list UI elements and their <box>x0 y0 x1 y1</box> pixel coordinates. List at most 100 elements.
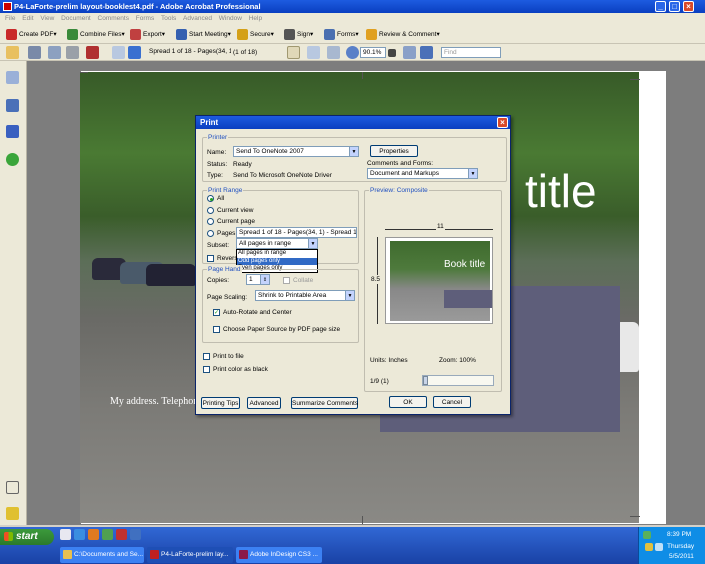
collate-checkbox[interactable] <box>283 277 290 284</box>
radio-all[interactable] <box>207 195 214 202</box>
print-to-file-label: Print to file <box>213 353 244 360</box>
zoom-field[interactable]: 90.1% <box>360 47 386 58</box>
word-icon[interactable] <box>130 529 141 540</box>
export-icon <box>130 28 141 40</box>
menu-forms[interactable]: Forms <box>136 15 154 22</box>
export-button[interactable]: Export ▾ <box>130 27 165 41</box>
create-pdf-button[interactable]: Create PDF ▾ <box>6 27 57 41</box>
radio-current-view[interactable] <box>207 207 214 214</box>
advanced-button[interactable]: Advanced <box>247 397 281 409</box>
bookmarks-icon[interactable] <box>6 99 19 112</box>
tray-icon[interactable] <box>645 543 653 551</box>
menu-edit[interactable]: Edit <box>22 15 33 22</box>
radio-pages[interactable] <box>207 230 214 237</box>
fit-width-icon[interactable] <box>403 46 416 59</box>
menu-help[interactable]: Help <box>249 15 262 22</box>
forms-button[interactable]: Forms ▾ <box>324 27 359 41</box>
menu-comments[interactable]: Comments <box>98 15 129 22</box>
slider-thumb[interactable] <box>423 376 428 385</box>
volume-icon[interactable] <box>655 543 663 551</box>
previous-page-icon[interactable] <box>112 46 125 59</box>
reverse-pages-checkbox[interactable] <box>207 255 214 262</box>
fit-page-icon[interactable] <box>420 46 433 59</box>
zoom-out-icon[interactable] <box>346 46 359 59</box>
menu-advanced[interactable]: Advanced <box>183 15 212 22</box>
dialog-close-icon[interactable]: × <box>497 117 508 128</box>
menu-window[interactable]: Window <box>219 15 242 22</box>
start-button[interactable]: start <box>0 529 54 545</box>
pages-range-input[interactable]: Spread 1 of 18 - Pages(34, 1) - Spread 1… <box>236 227 357 238</box>
next-page-icon[interactable] <box>128 46 141 59</box>
media-icon[interactable] <box>102 529 113 540</box>
cancel-button[interactable]: Cancel <box>433 396 471 408</box>
radio-current-page[interactable] <box>207 218 214 225</box>
tasks-toolbar: Create PDF ▾ Combine Files ▾ Export ▾ St… <box>0 24 705 44</box>
menu-document[interactable]: Document <box>61 15 91 22</box>
page-scaling-select[interactable]: Shrink to Printable Area ▼ <box>255 290 355 301</box>
comments-icon[interactable] <box>6 507 19 520</box>
copies-stepper[interactable]: 1 ⇕ <box>246 274 270 285</box>
signatures-icon[interactable] <box>6 125 19 138</box>
indesign-icon <box>239 550 248 559</box>
subset-label: Subset: <box>207 242 230 249</box>
firefox-icon[interactable] <box>88 529 99 540</box>
close-button[interactable]: × <box>683 1 694 12</box>
dialog-title: Print <box>200 118 219 127</box>
auto-rotate-checkbox[interactable]: ✓ <box>213 309 220 316</box>
maximize-button[interactable]: □ <box>669 1 680 12</box>
email-icon[interactable] <box>66 46 79 59</box>
menu-view[interactable]: View <box>40 15 54 22</box>
start-meeting-button[interactable]: Start Meeting ▾ <box>176 27 231 41</box>
combine-files-button[interactable]: Combine Files ▾ <box>67 27 125 41</box>
printing-tips-button[interactable]: Printing Tips <box>201 397 240 409</box>
comment-icon <box>366 28 377 40</box>
print-icon[interactable] <box>28 46 41 59</box>
create-pdf-icon <box>6 28 17 40</box>
open-icon[interactable] <box>6 46 19 59</box>
pages-panel-icon[interactable] <box>6 71 19 84</box>
subset-option[interactable]: All pages in range <box>237 250 317 258</box>
menu-file[interactable]: File <box>5 15 15 22</box>
clock-day: Thursday <box>667 543 695 550</box>
type-label: Type: <box>207 172 223 179</box>
desktop-icon[interactable] <box>60 529 71 540</box>
minimize-button[interactable]: _ <box>655 1 666 12</box>
find-field[interactable]: Find <box>441 47 501 58</box>
hand-tool-icon[interactable] <box>287 46 300 59</box>
chevron-down-icon: ▼ <box>308 239 317 248</box>
window-title-bar: P4-LaForte-prelim layout-booklest4.pdf -… <box>0 0 705 13</box>
print-color-black-checkbox[interactable] <box>203 366 210 373</box>
page-number-field[interactable]: Spread 1 of 18 - Pages(34, 1) <box>147 47 231 58</box>
taskbar-item-acrobat[interactable]: P4-LaForte-prelim lay... <box>147 547 233 563</box>
subset-select[interactable]: All pages in range ▼ <box>236 238 318 249</box>
attach-icon[interactable] <box>86 46 99 59</box>
ie-icon[interactable] <box>74 529 85 540</box>
zoom-dropdown-icon[interactable] <box>388 49 396 57</box>
comments-forms-select[interactable]: Document and Markups ▼ <box>367 168 478 179</box>
select-tool-icon[interactable] <box>307 46 320 59</box>
page-scaling-label: Page Scaling: <box>207 294 248 301</box>
print-to-file-checkbox[interactable] <box>203 353 210 360</box>
review-comment-button[interactable]: Review & Comment ▾ <box>366 27 440 41</box>
summarize-comments-button[interactable]: Summarize Comments <box>291 397 358 409</box>
paper-source-label: Choose Paper Source by PDF page size <box>223 326 341 333</box>
paper-source-checkbox[interactable] <box>213 326 220 333</box>
sign-button[interactable]: Sign ▾ <box>284 27 313 41</box>
network-icon[interactable] <box>643 531 651 539</box>
preview-page-slider[interactable] <box>422 375 494 386</box>
properties-button[interactable]: Properties <box>370 145 418 157</box>
type-value: Send To Microsoft OneNote Driver <box>233 172 332 179</box>
secure-button[interactable]: Secure ▾ <box>237 27 274 41</box>
zoom-tool-icon[interactable] <box>327 46 340 59</box>
attachments-icon[interactable] <box>6 481 19 494</box>
printer-name-select[interactable]: Send To OneNote 2007 ▼ <box>233 146 359 157</box>
save-icon[interactable] <box>48 46 61 59</box>
taskbar-item-explorer[interactable]: C:\Documents and Se... <box>60 547 144 563</box>
taskbar-item-indesign[interactable]: Adobe InDesign CS3 ... <box>236 547 322 563</box>
acrobat-quicklaunch-icon[interactable] <box>116 529 127 540</box>
help-icon[interactable] <box>6 153 19 166</box>
ok-button[interactable]: OK <box>389 396 427 408</box>
menu-tools[interactable]: Tools <box>161 15 176 22</box>
subset-option[interactable]: Odd pages only <box>237 257 317 265</box>
radio-pages-label: Pages <box>217 230 236 237</box>
